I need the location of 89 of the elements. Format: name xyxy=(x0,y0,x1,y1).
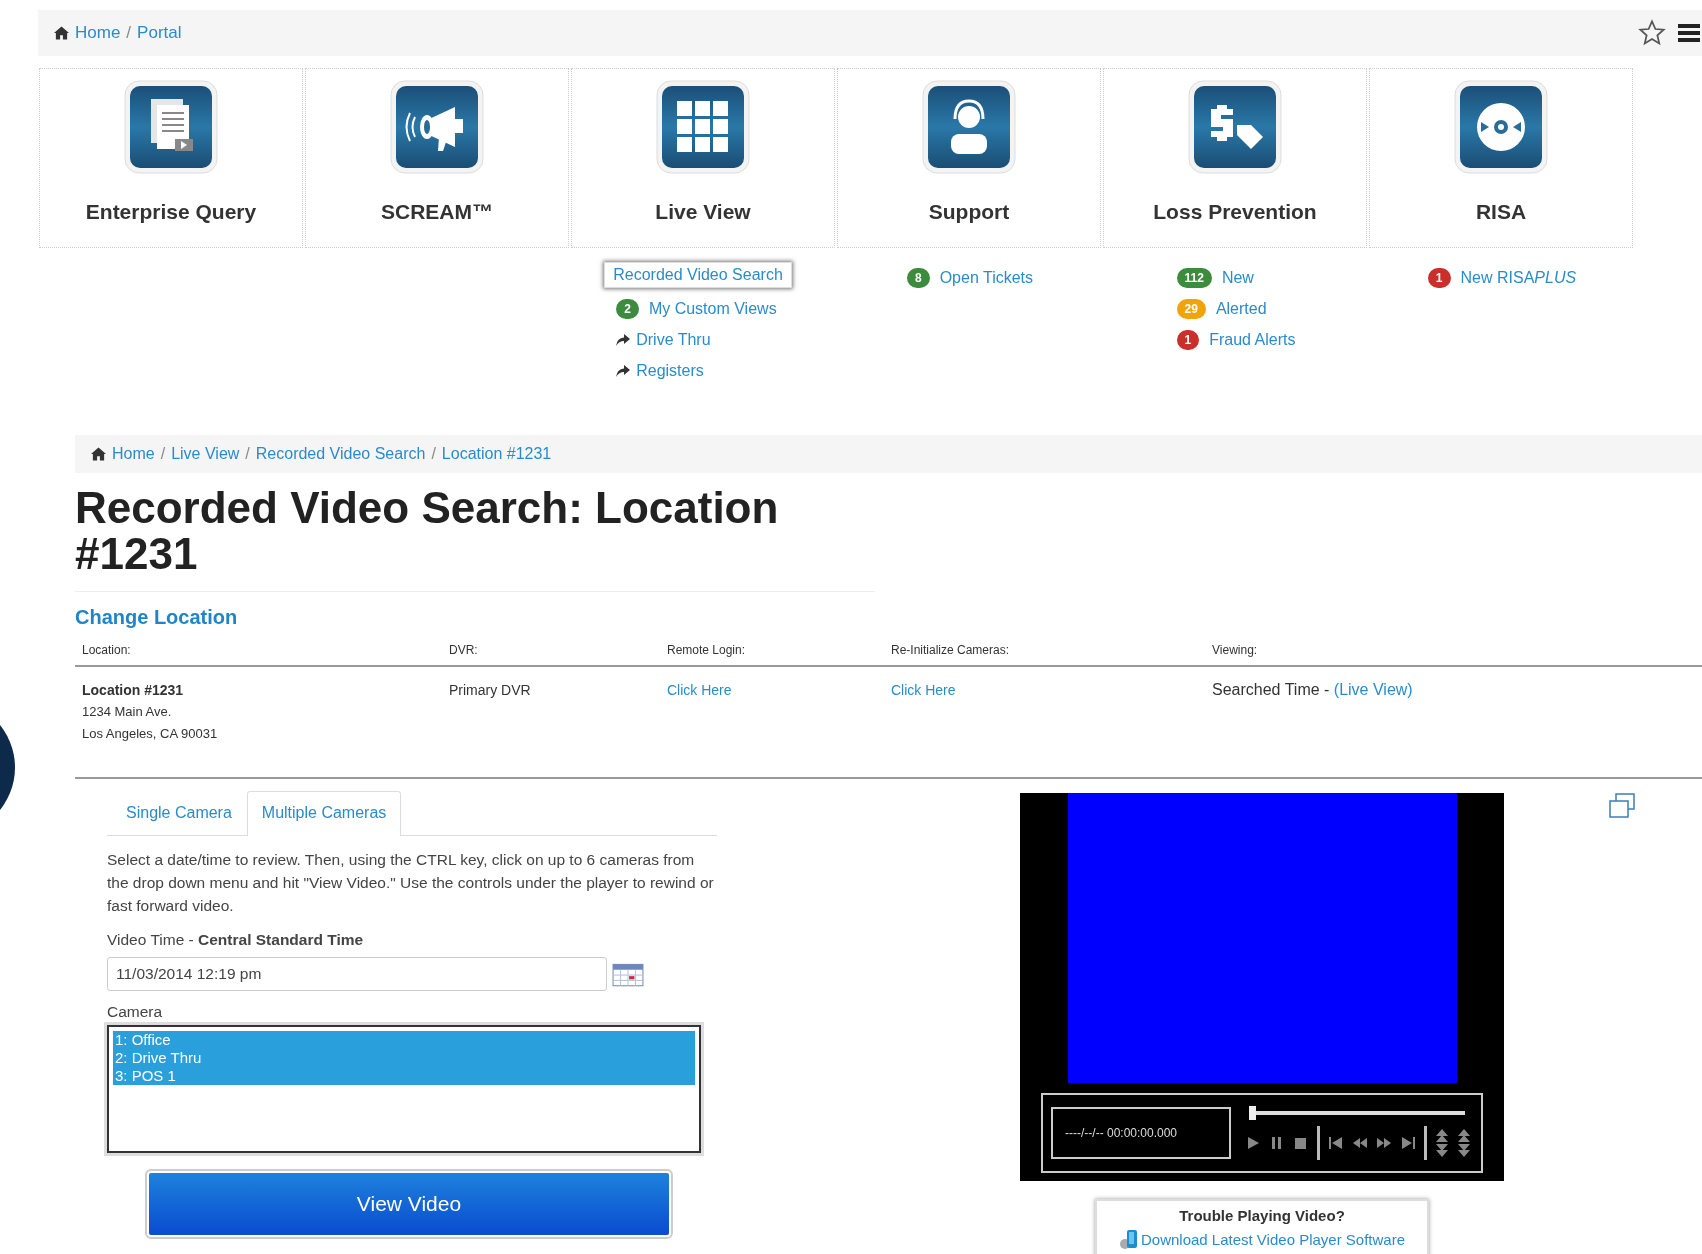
breadcrumb-separator: / xyxy=(245,445,250,463)
breadcrumb-link[interactable]: Home xyxy=(75,23,121,43)
up-down-arrows-icon[interactable] xyxy=(1457,1128,1471,1158)
headset-person-icon xyxy=(921,79,1017,175)
date-time-field[interactable]: 11/03/2014 12:19 pm xyxy=(107,957,607,991)
download-icon xyxy=(1118,1228,1139,1250)
dollar-tag-icon xyxy=(1187,79,1283,175)
shortcut-link[interactable]: My Custom Views xyxy=(648,299,777,318)
popout-icon[interactable] xyxy=(1608,793,1636,819)
count-badge: 112 xyxy=(1176,267,1212,288)
tile-label: RISA xyxy=(1475,200,1527,224)
camera-option[interactable]: 3: POS 1 xyxy=(113,1067,695,1085)
tab[interactable]: Single Camera xyxy=(111,791,247,835)
count-badge: 2 xyxy=(616,298,639,319)
share-arrow-icon xyxy=(616,333,631,346)
remote-login-link[interactable]: Click Here xyxy=(667,682,732,698)
tile-label: Enterprise Query xyxy=(85,200,257,224)
tile-label: Support xyxy=(928,200,1010,224)
tile-label: Loss Prevention xyxy=(1153,200,1317,224)
page-title: Recorded Video Search: Location #1231 xyxy=(75,485,780,577)
view-video-button[interactable]: View Video xyxy=(147,1171,671,1237)
calendar-icon[interactable] xyxy=(612,961,644,987)
breadcrumb-link[interactable]: Portal xyxy=(137,23,182,43)
column-header: Location: xyxy=(81,643,132,657)
shortcut-link[interactable]: Open Tickets xyxy=(939,268,1034,287)
camera-option[interactable]: 2: Drive Thru xyxy=(113,1049,695,1067)
skip-forward-icon[interactable] xyxy=(1400,1135,1416,1151)
stop-icon[interactable] xyxy=(1293,1135,1309,1151)
field-label: Video Time - Central Standard Time xyxy=(107,931,365,949)
column-header: Re-Initialize Cameras: xyxy=(890,643,1011,657)
column-header: Viewing: xyxy=(1211,643,1259,657)
download-link[interactable]: Download Latest Video Player Software xyxy=(1140,1230,1405,1248)
shortcut-link[interactable]: Drive Thru xyxy=(636,330,711,349)
address-line: 1234 Main Ave. xyxy=(82,703,173,721)
app-tile[interactable]: Loss Prevention xyxy=(1103,68,1367,248)
seek-thumb[interactable] xyxy=(1249,1106,1256,1120)
breadcrumb-link[interactable]: Live View xyxy=(171,445,240,463)
change-location-link[interactable]: Change Location xyxy=(75,606,1702,629)
share-arrow-icon xyxy=(616,364,631,377)
tile-label: Live View xyxy=(655,200,751,224)
grid-icon xyxy=(655,79,751,175)
shortcut-link[interactable]: New RISAPLUS xyxy=(1460,268,1577,287)
app-tile[interactable]: RISA xyxy=(1369,68,1633,248)
highlighted-link[interactable]: Recorded Video Search xyxy=(604,262,792,288)
up-down-arrows-icon[interactable] xyxy=(1435,1128,1449,1158)
count-badge: 1 xyxy=(1176,329,1200,350)
help-title: Trouble Playing Video? xyxy=(1178,1207,1346,1224)
count-badge: 1 xyxy=(1427,267,1451,288)
home-icon xyxy=(91,447,106,461)
count-badge: 8 xyxy=(906,267,930,288)
shortcut-link[interactable]: New xyxy=(1221,268,1254,287)
column-header: DVR: xyxy=(448,643,479,657)
column-header: Remote Login: xyxy=(666,643,747,657)
play-icon[interactable] xyxy=(1245,1135,1261,1151)
home-icon xyxy=(54,26,69,40)
timecode-display: ----/--/-- 00:00:00.000 xyxy=(1051,1107,1231,1159)
camera-option[interactable]: 1: Office xyxy=(113,1031,695,1049)
fast-forward-icon[interactable] xyxy=(1376,1135,1392,1151)
document-icon xyxy=(123,79,219,175)
shortcut-link[interactable]: Fraud Alerts xyxy=(1209,330,1296,349)
skip-back-icon[interactable] xyxy=(1328,1135,1344,1151)
app-tile[interactable]: Live View xyxy=(571,68,835,248)
reinitialize-link[interactable]: Click Here xyxy=(891,682,956,698)
menu-icon[interactable] xyxy=(1678,23,1700,43)
star-icon[interactable] xyxy=(1638,19,1666,47)
viewing-text: Searched Time - xyxy=(1212,681,1331,698)
app-tile[interactable]: Enterprise Query xyxy=(39,68,303,248)
tab[interactable]: Multiple Cameras xyxy=(246,791,402,836)
shortcut-link[interactable]: Registers xyxy=(636,361,704,380)
dvr-name: Primary DVR xyxy=(449,682,531,698)
tile-label: SCREAM™ xyxy=(381,200,493,224)
instructions-text: Select a date/time to review. Then, using the CTRL key, click on up to 6 cameras from the drop down menu and hit "View Video." Use the controls under the player to rewind or fast forward video. xyxy=(107,850,715,916)
breadcrumb-link[interactable]: Home xyxy=(112,445,155,463)
count-badge: 29 xyxy=(1176,298,1206,319)
location-name: Location #1231 xyxy=(82,681,185,700)
live-view-link[interactable]: (Live View) xyxy=(1333,681,1413,698)
shortcut-link[interactable]: Alerted xyxy=(1215,299,1267,318)
app-tile[interactable]: SCREAM™ xyxy=(305,68,569,248)
breadcrumb-link[interactable]: Location #1231 xyxy=(441,445,552,463)
field-label: Camera xyxy=(107,1003,164,1021)
breadcrumb-separator: / xyxy=(431,445,436,463)
address-line: Los Angeles, CA 90031 xyxy=(82,725,219,743)
camera-list[interactable]: 1: Office 2: Drive Thru 3: POS 1 xyxy=(107,1025,701,1153)
breadcrumb-link[interactable]: Recorded Video Search xyxy=(255,445,426,463)
megaphone-icon xyxy=(389,79,485,175)
breadcrumb-separator: / xyxy=(126,23,132,43)
app-tile[interactable]: Support xyxy=(837,68,1101,248)
rewind-icon[interactable] xyxy=(1352,1135,1368,1151)
breadcrumb-separator: / xyxy=(160,445,166,463)
